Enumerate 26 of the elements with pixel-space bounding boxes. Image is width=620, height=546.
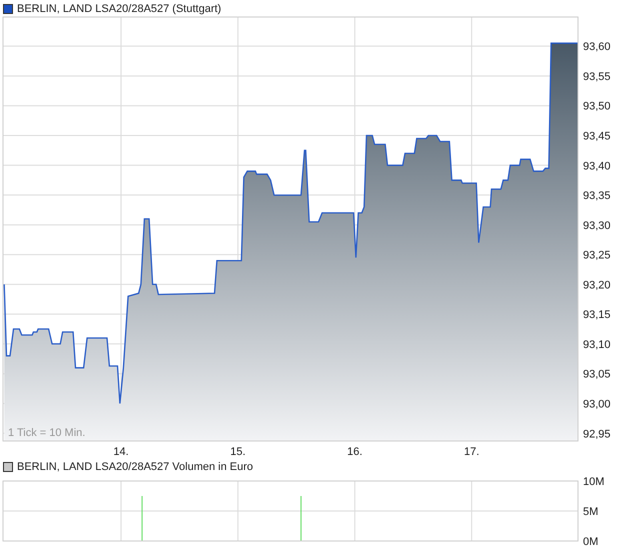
axis-label: 93,30 bbox=[583, 220, 611, 232]
axis-label: 93,05 bbox=[583, 368, 611, 381]
axis-label: 93,20 bbox=[583, 279, 611, 292]
axis-label: 16. bbox=[347, 446, 362, 458]
axis-label: 93,35 bbox=[583, 190, 611, 202]
axis-label: 93,60 bbox=[583, 41, 611, 54]
axis-label: 93,00 bbox=[583, 398, 611, 410]
axis-label: 93,55 bbox=[583, 70, 611, 83]
axis-label: 10M bbox=[583, 476, 604, 488]
axis-label: 93,10 bbox=[583, 338, 611, 351]
axis-label: 92,95 bbox=[583, 428, 611, 440]
axis-label: 17. bbox=[464, 446, 480, 458]
legend-swatch bbox=[3, 462, 13, 472]
axis-label: 15. bbox=[230, 446, 246, 458]
axis-label: 0M bbox=[583, 536, 598, 546]
axis-label: 93,50 bbox=[583, 100, 611, 113]
chart-legend: BERLIN, LAND LSA20/28A527 Volumen in Euro bbox=[17, 460, 254, 472]
legend-swatch bbox=[3, 4, 13, 14]
axis-label: 93,25 bbox=[583, 250, 611, 262]
axis-label: 5M bbox=[583, 506, 598, 518]
axis-label: 93,15 bbox=[583, 309, 611, 322]
axis-label: 93,45 bbox=[583, 130, 611, 142]
axis-label: 93,40 bbox=[583, 160, 611, 172]
chart-legend: BERLIN, LAND LSA20/28A527 (Stuttgart) bbox=[17, 2, 222, 14]
tick-note: 1 Tick = 10 Min. bbox=[8, 427, 86, 439]
axis-label: 14. bbox=[113, 446, 129, 458]
